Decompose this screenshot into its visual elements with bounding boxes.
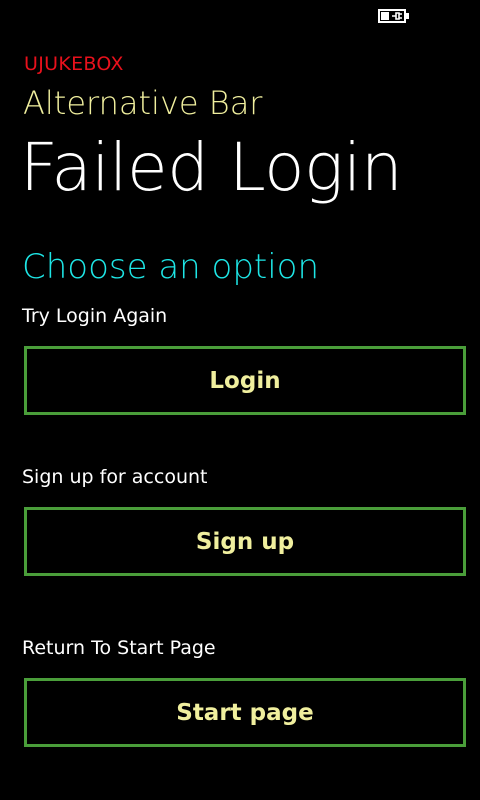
section-heading: Choose an option (22, 247, 320, 287)
start-page-button[interactable]: Start page (24, 678, 466, 747)
login-button-label: Login (209, 367, 281, 394)
signup-option-label: Sign up for account (22, 466, 208, 488)
page-subtitle: Alternative Bar (23, 84, 263, 122)
start-page-option-label: Return To Start Page (22, 637, 216, 659)
login-option-label: Try Login Again (22, 305, 168, 327)
signup-button[interactable]: Sign up (24, 507, 466, 576)
battery-charging-icon (378, 9, 409, 23)
start-page-button-label: Start page (176, 699, 314, 726)
app-title: UJUKEBOX (24, 53, 124, 75)
signup-button-label: Sign up (195, 528, 295, 555)
page-title: Failed Login (20, 129, 403, 206)
status-bar (0, 0, 480, 32)
login-button[interactable]: Login (24, 346, 466, 415)
